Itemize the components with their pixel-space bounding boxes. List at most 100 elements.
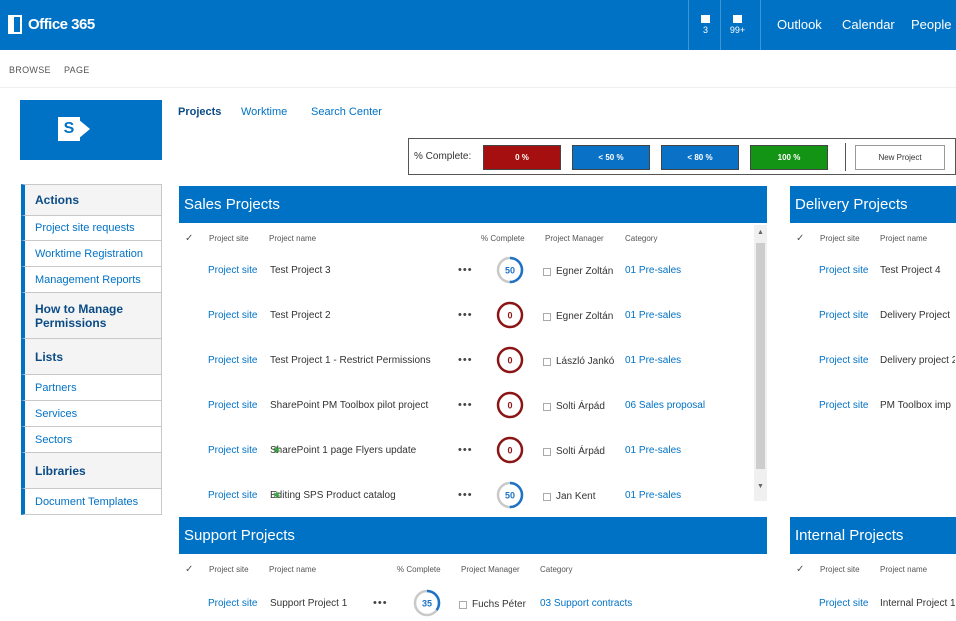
pm-checkbox[interactable]: [543, 493, 551, 501]
pm-checkbox[interactable]: [543, 358, 551, 366]
project-site-link[interactable]: Project site: [819, 265, 868, 276]
item-menu-button[interactable]: •••: [458, 444, 473, 456]
quick-launch-item[interactable]: Project site requests: [21, 216, 162, 241]
filter-button-100[interactable]: 100 %: [750, 145, 828, 170]
column-header-site[interactable]: Project site: [209, 565, 249, 574]
project-name[interactable]: Editing SPS Product catalog: [270, 490, 396, 501]
mail-button[interactable]: 3: [688, 0, 722, 50]
pm-checkbox[interactable]: [543, 268, 551, 276]
project-site-link[interactable]: Project site: [208, 490, 257, 501]
scroll-thumb[interactable]: [756, 243, 765, 469]
quick-launch-item[interactable]: Management Reports: [21, 267, 162, 293]
project-manager[interactable]: Egner Zoltán: [556, 266, 613, 277]
project-name[interactable]: Test Project 3: [270, 265, 331, 276]
ribbon-tab-browse[interactable]: BROWSE: [9, 65, 51, 75]
item-menu-button[interactable]: •••: [458, 264, 473, 276]
project-site-link[interactable]: Project site: [208, 355, 257, 366]
item-menu-button[interactable]: •••: [458, 399, 473, 411]
new-project-button[interactable]: New Project: [855, 145, 945, 170]
project-site-link[interactable]: Project site: [819, 400, 868, 411]
filter-button-0[interactable]: 0 %: [483, 145, 561, 170]
column-header-name[interactable]: Project name: [880, 565, 927, 574]
scroll-up-icon[interactable]: ▲: [757, 229, 764, 236]
column-header-category[interactable]: Category: [540, 565, 572, 574]
project-site-link[interactable]: Project site: [208, 265, 257, 276]
pm-checkbox[interactable]: [459, 601, 467, 609]
project-manager[interactable]: Fuchs Péter: [472, 599, 526, 610]
project-site-link[interactable]: Project site: [819, 310, 868, 321]
category-link[interactable]: 06 Sales proposal: [625, 400, 705, 411]
filter-button-50[interactable]: < 50 %: [572, 145, 650, 170]
column-header-percent[interactable]: % Complete: [481, 234, 525, 243]
select-all-checkmark-icon[interactable]: ✓: [185, 233, 193, 244]
project-manager[interactable]: Egner Zoltán: [556, 311, 613, 322]
site-logo[interactable]: S: [20, 100, 162, 160]
item-menu-button[interactable]: •••: [458, 489, 473, 501]
select-all-checkmark-icon[interactable]: ✓: [185, 564, 193, 575]
topnav-worktime[interactable]: Worktime: [241, 106, 287, 118]
category-link[interactable]: 01 Pre-sales: [625, 265, 681, 276]
project-site-link[interactable]: Project site: [819, 355, 868, 366]
item-menu-button[interactable]: •••: [458, 354, 473, 366]
internal-projects-header[interactable]: Internal Projects: [790, 517, 956, 554]
project-site-link[interactable]: Project site: [208, 310, 257, 321]
category-link[interactable]: 01 Pre-sales: [625, 355, 681, 366]
column-header-name[interactable]: Project name: [269, 565, 316, 574]
column-header-pm[interactable]: Project Manager: [545, 234, 604, 243]
column-header-name[interactable]: Project name: [880, 234, 927, 243]
project-manager[interactable]: László Jankó: [556, 356, 614, 367]
item-menu-button[interactable]: •••: [373, 597, 388, 609]
project-name[interactable]: Support Project 1: [270, 598, 347, 609]
select-all-checkmark-icon[interactable]: ✓: [796, 564, 804, 575]
category-link[interactable]: 01 Pre-sales: [625, 445, 681, 456]
support-projects-header[interactable]: Support Projects: [179, 517, 767, 554]
select-all-checkmark-icon[interactable]: ✓: [796, 233, 804, 244]
quick-launch-item[interactable]: Libraries: [21, 453, 162, 489]
project-site-link[interactable]: Project site: [208, 445, 257, 456]
project-name[interactable]: Test Project 4: [880, 265, 941, 276]
quick-launch-item[interactable]: Document Templates: [21, 489, 162, 515]
project-name[interactable]: Test Project 2: [270, 310, 331, 321]
category-link[interactable]: 01 Pre-sales: [625, 310, 681, 321]
calendar-button[interactable]: 99+: [720, 0, 754, 50]
column-header-site[interactable]: Project site: [209, 234, 249, 243]
category-link[interactable]: 03 Support contracts: [540, 598, 632, 609]
ribbon-tab-page[interactable]: PAGE: [64, 65, 90, 75]
project-name[interactable]: SharePoint PM Toolbox pilot project: [270, 400, 428, 411]
project-site-link[interactable]: Project site: [208, 598, 257, 609]
project-name[interactable]: Test Project 1 - Restrict Permissions: [270, 355, 431, 366]
pm-checkbox[interactable]: [543, 313, 551, 321]
office365-logo[interactable]: Office 365: [8, 15, 95, 34]
project-manager[interactable]: Jan Kent: [556, 491, 595, 502]
scroll-down-icon[interactable]: ▼: [757, 483, 764, 490]
project-site-link[interactable]: Project site: [819, 598, 868, 609]
topnav-projects[interactable]: Projects: [178, 106, 221, 118]
column-header-category[interactable]: Category: [625, 234, 657, 243]
project-site-link[interactable]: Project site: [208, 400, 257, 411]
sales-projects-header[interactable]: Sales Projects: [179, 186, 767, 223]
pm-checkbox[interactable]: [543, 448, 551, 456]
topnav-search-center[interactable]: Search Center: [311, 106, 382, 118]
quick-launch-item[interactable]: Services: [21, 401, 162, 427]
nav-outlook[interactable]: Outlook: [760, 0, 828, 50]
quick-launch-item[interactable]: Worktime Registration: [21, 241, 162, 267]
project-name[interactable]: Delivery project 2: [880, 355, 955, 366]
sales-scrollbar[interactable]: ▲ ▼: [754, 225, 767, 501]
project-name[interactable]: Internal Project 1: [880, 598, 955, 609]
project-name[interactable]: PM Toolbox imp: [880, 400, 951, 411]
column-header-name[interactable]: Project name: [269, 234, 316, 243]
filter-button-80[interactable]: < 80 %: [661, 145, 739, 170]
project-name[interactable]: SharePoint 1 page Flyers update: [270, 445, 416, 456]
quick-launch-item[interactable]: Sectors: [21, 427, 162, 453]
quick-launch-item[interactable]: How to Manage Permissions: [21, 293, 162, 339]
quick-launch-item[interactable]: Actions: [21, 184, 162, 216]
project-manager[interactable]: Solti Árpád: [556, 401, 605, 412]
quick-launch-item[interactable]: Lists: [21, 339, 162, 375]
nav-calendar[interactable]: Calendar: [842, 0, 895, 50]
column-header-percent[interactable]: % Complete: [397, 565, 441, 574]
pm-checkbox[interactable]: [543, 403, 551, 411]
column-header-site[interactable]: Project site: [820, 565, 860, 574]
delivery-projects-header[interactable]: Delivery Projects: [790, 186, 956, 223]
project-name[interactable]: Delivery Project: [880, 310, 950, 321]
column-header-pm[interactable]: Project Manager: [461, 565, 520, 574]
